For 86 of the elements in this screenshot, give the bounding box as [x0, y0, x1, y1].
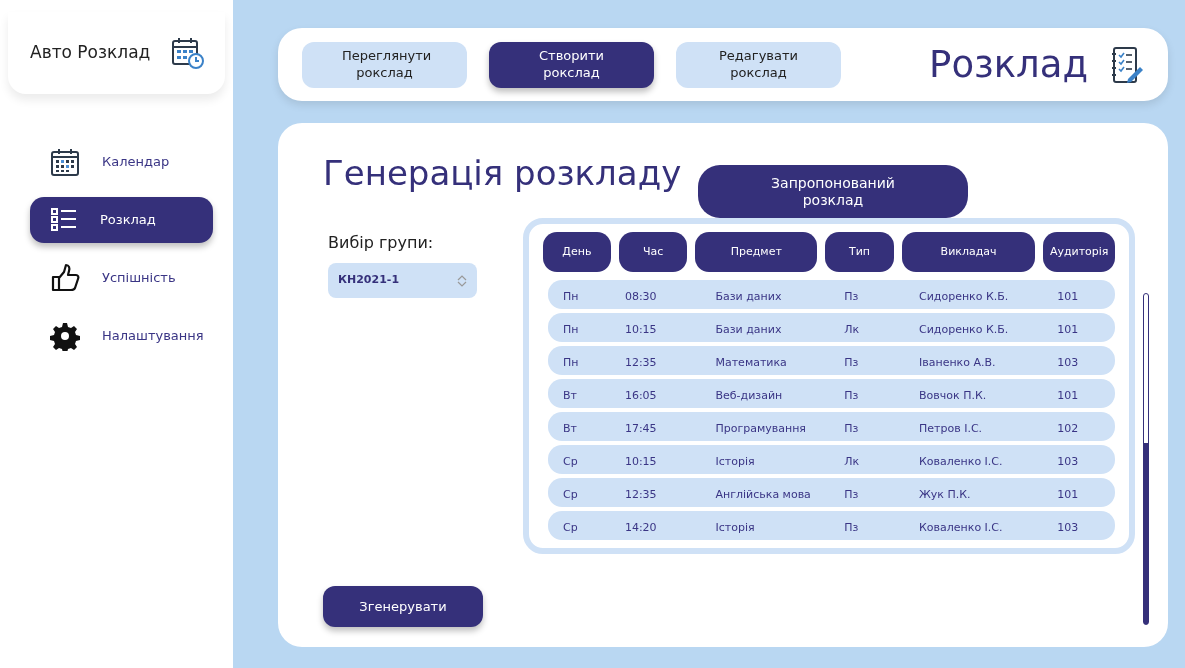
- table-cell: Пз: [844, 421, 859, 435]
- table-row[interactable]: Ср 14:20 Історія Пз Коваленко І.С. 103: [548, 511, 1115, 541]
- table-cell: Вт: [563, 421, 577, 435]
- table-cell: 14:20: [624, 520, 657, 534]
- table-cell: Історія: [715, 454, 755, 468]
- table-cell: Петров І.С.: [919, 421, 983, 435]
- table-cell: 16:05: [624, 388, 657, 402]
- table-cell: 103: [1057, 454, 1079, 468]
- table-cell: 17:45: [624, 421, 657, 435]
- table-cell: Лк: [844, 454, 860, 468]
- proposed-schedule-button[interactable]: Запропонований розклад: [698, 165, 968, 219]
- page-heading: Генерація розкладу: [323, 152, 682, 195]
- table-cell: Вт: [563, 388, 577, 402]
- tab[interactable]: Редагувати рокслад: [676, 41, 841, 88]
- table-cell: Сидоренко К.Б.: [919, 322, 1009, 336]
- table-cell: 101: [1057, 289, 1079, 303]
- table-row[interactable]: Пн 08:30 Бази даних Пз Сидоренко К.Б. 101: [548, 280, 1115, 310]
- table-cell: Математика: [715, 355, 787, 369]
- table-cell: Пн: [563, 322, 579, 336]
- sidebar-item[interactable]: Успішність: [30, 255, 213, 301]
- table-cell: Лк: [844, 322, 860, 336]
- table-row[interactable]: Ср 12:35 Англійська мова Пз Жук П.К. 101: [548, 478, 1115, 508]
- column-header[interactable]: Викладач: [901, 232, 1036, 273]
- tab[interactable]: Переглянути рокслад: [302, 41, 467, 88]
- table-cell: Англійська мова: [715, 487, 811, 501]
- table-cell: 103: [1057, 355, 1079, 369]
- sidebar-item[interactable]: Налаштування: [30, 313, 213, 359]
- tab[interactable]: Створити рокслад: [489, 41, 654, 88]
- select-value: КН2021-1: [338, 272, 400, 289]
- scrollbar-thumb[interactable]: [1144, 442, 1148, 624]
- table-cell: 102: [1057, 421, 1079, 435]
- list-icon: [50, 207, 78, 233]
- table-cell: Жук П.К.: [919, 487, 971, 501]
- column-header[interactable]: Аудиторія: [1043, 232, 1115, 273]
- thumbs-up-icon: [50, 263, 80, 293]
- table-cell: Пн: [563, 355, 579, 369]
- sort-arrows-icon: [457, 274, 467, 287]
- table-cell: Коваленко І.С.: [919, 454, 1003, 468]
- table-cell: 08:30: [624, 289, 657, 303]
- generate-button[interactable]: Згенерувати: [323, 586, 483, 627]
- table-cell: Пз: [844, 289, 859, 303]
- table-cell: Програмування: [715, 421, 806, 435]
- table-row[interactable]: Пн 12:35 Математика Пз Іваненко А.В. 103: [548, 346, 1115, 376]
- column-header[interactable]: День: [543, 232, 611, 273]
- table-cell: Іваненко А.В.: [919, 355, 996, 369]
- table-cell: Ср: [563, 487, 578, 501]
- table-cell: Історія: [715, 520, 755, 534]
- table-cell: 12:35: [624, 487, 657, 501]
- table-cell: Бази даних: [715, 322, 782, 336]
- table-row[interactable]: Пн 10:15 Бази даних Лк Сидоренко К.Б. 101: [548, 313, 1115, 343]
- gear-icon: [50, 321, 80, 351]
- table-cell: 10:15: [624, 454, 657, 468]
- table-cell: Сидоренко К.Б.: [919, 289, 1009, 303]
- table-row[interactable]: Вт 17:45 Програмування Пз Петров І.С. 102: [548, 412, 1115, 442]
- table-cell: 101: [1057, 388, 1079, 402]
- table-cell: 12:35: [624, 355, 657, 369]
- sidebar-item[interactable]: Розклад: [30, 197, 213, 243]
- table-cell: Пз: [844, 520, 859, 534]
- column-header[interactable]: Предмет: [695, 232, 818, 273]
- table-cell: Бази даних: [715, 289, 782, 303]
- table-cell: 10:15: [624, 322, 657, 336]
- table-cell: Ср: [563, 520, 578, 534]
- calendar-icon: [50, 147, 80, 177]
- table-cell: Пз: [844, 388, 859, 402]
- table-cell: Вовчок П.К.: [919, 388, 987, 402]
- calendar-clock-icon: [171, 36, 205, 70]
- sidebar-item[interactable]: Календар: [30, 139, 213, 185]
- page-title: Розклад: [929, 41, 1088, 88]
- group-select[interactable]: КН2021-1: [328, 263, 477, 299]
- table-cell: Пз: [844, 355, 859, 369]
- table-cell: Коваленко І.С.: [919, 520, 1003, 534]
- table-cell: 101: [1057, 487, 1079, 501]
- table-cell: Пз: [844, 487, 859, 501]
- column-header[interactable]: Тип: [825, 232, 894, 273]
- group-label: Вибір групи:: [328, 232, 435, 255]
- table-cell: Веб-дизайн: [715, 388, 783, 402]
- table-cell: Ср: [563, 454, 578, 468]
- column-header[interactable]: Час: [618, 232, 688, 273]
- checklist-icon: [1110, 44, 1144, 85]
- table-cell: 103: [1057, 520, 1079, 534]
- table-row[interactable]: Ср 10:15 Історія Лк Коваленко І.С. 103: [548, 445, 1115, 475]
- table-row[interactable]: Вт 16:05 Веб-дизайн Пз Вовчок П.К. 101: [548, 379, 1115, 409]
- app-title: Авто Розклад: [30, 41, 151, 65]
- table-cell: 101: [1057, 322, 1079, 336]
- scrollbar[interactable]: [1143, 293, 1149, 625]
- table-cell: Пн: [563, 289, 579, 303]
